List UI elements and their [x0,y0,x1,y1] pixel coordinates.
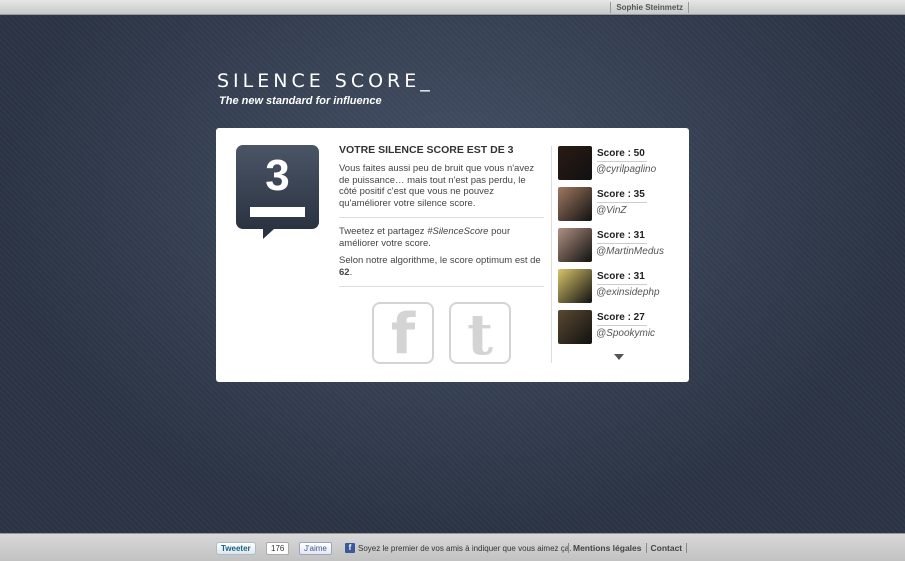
avatar[interactable] [558,187,592,221]
score-heading: VOTRE SILENCE SCORE EST DE 3 [339,144,514,156]
entry-handle[interactable]: @cyrilpaglino [596,164,656,175]
footer-bar: Tweeter 176 J'aime f Soyez le premier de… [0,533,905,561]
top-bar: Sophie Steinmetz [0,0,905,15]
score-badge: 3 [236,145,319,239]
tweet-count: 176 [266,542,290,555]
score-description: VOTRE SILENCE SCORE EST DE 3 Vous faites… [339,144,544,295]
leaderboard-entry[interactable]: Score : 27 @Spookymic [558,310,678,351]
facebook-share-button[interactable]: f [372,302,434,367]
entry-handle[interactable]: @MartinMedus [596,246,664,257]
site-logo[interactable]: SILENCE SCORE_ [217,70,434,92]
entry-handle[interactable]: @exinsidephp [596,287,660,298]
leaderboard-entry[interactable]: Score : 35 @VinZ [558,187,678,228]
user-name-link[interactable]: Sophie Steinmetz [610,2,689,13]
footer-links: Mentions légales Contact [568,543,688,554]
entry-score: Score : 50 [597,148,647,162]
score-badge-bar [250,207,305,217]
entry-score: Score : 31 [597,271,647,285]
share-text: Tweetez et partagez #SilenceScore pour a… [339,226,544,249]
score-value: 3 [265,151,290,200]
facebook-small-icon: f [345,543,355,553]
contact-link[interactable]: Contact [645,543,688,553]
leaderboard-entry[interactable]: Score : 31 @MartinMedus [558,228,678,269]
leaderboard-entry[interactable]: Score : 50 @cyrilpaglino [558,146,678,187]
entry-score: Score : 31 [597,230,647,244]
optimum-text-suffix: . [349,266,353,278]
tweet-button[interactable]: Tweeter [216,542,256,555]
facebook-icon: f [390,302,416,367]
avatar[interactable] [558,269,592,303]
score-message: Vous faites aussi peu de bruit que vous … [339,163,535,209]
entry-score: Score : 35 [597,189,647,203]
optimum-value: 62 [339,266,350,278]
hashtag-link[interactable]: #SilenceScore [427,226,488,237]
legal-link[interactable]: Mentions légales [568,543,646,553]
avatar[interactable] [558,146,592,180]
twitter-icon: t [467,302,493,368]
optimum-text-prefix: Selon notre algorithme, le score optimum… [339,255,541,266]
like-text: Soyez le premier de vos amis à indiquer … [358,544,572,553]
optimum-text: Selon notre algorithme, le score optimum… [339,255,544,278]
entry-handle[interactable]: @VinZ [596,205,627,216]
chevron-down-icon[interactable] [614,354,624,360]
avatar[interactable] [558,310,592,344]
leaderboard: Score : 50 @cyrilpaglino Score : 35 @Vin… [558,146,678,351]
score-panel: 3 VOTRE SILENCE SCORE EST DE 3 Vous fait… [216,128,689,382]
speech-bubble-tail [263,229,274,239]
entry-handle[interactable]: @Spookymic [596,328,655,339]
site-tagline: The new standard for influence [219,95,382,107]
entry-score: Score : 27 [597,312,647,326]
share-text-prefix: Tweetez et partagez [339,226,428,237]
divider [339,286,544,287]
divider [339,217,544,218]
vertical-divider [551,146,552,363]
leaderboard-entry[interactable]: Score : 31 @exinsidephp [558,269,678,310]
like-button[interactable]: J'aime [299,542,332,555]
twitter-share-button[interactable]: t [449,302,511,366]
avatar[interactable] [558,228,592,262]
